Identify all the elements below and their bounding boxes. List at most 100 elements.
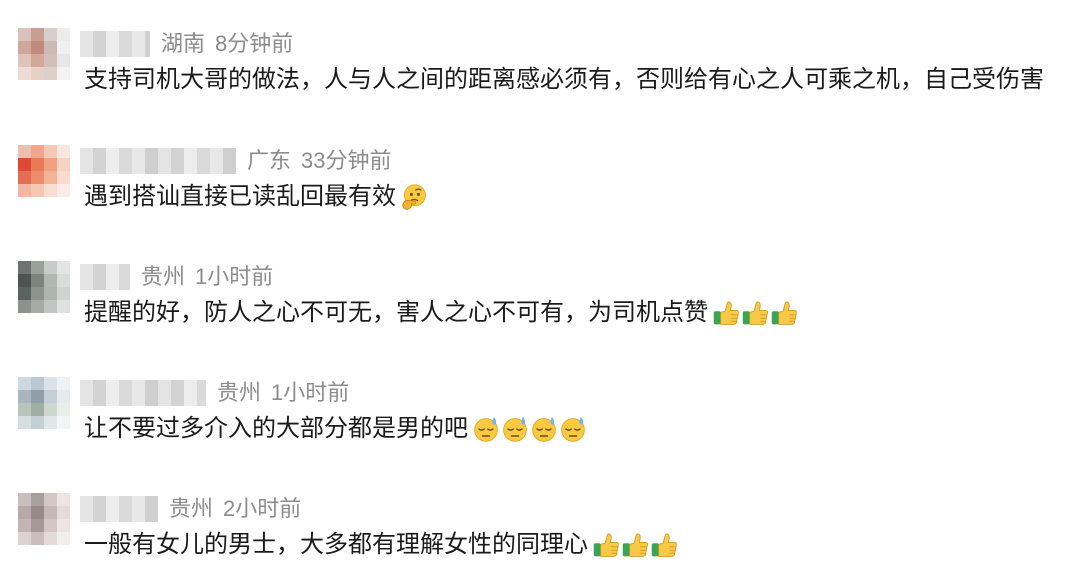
avatar-mosaic-cell	[44, 145, 57, 158]
avatar-mosaic-cell	[57, 390, 70, 403]
username-blurred[interactable]	[80, 31, 150, 57]
avatar-mosaic-cell	[57, 171, 70, 184]
comment-meta: 贵州 2小时前	[80, 495, 301, 523]
avatar-mosaic-cell	[31, 41, 44, 54]
avatar-mosaic-cell	[31, 287, 44, 300]
username-blurred[interactable]	[80, 148, 236, 174]
avatar-mosaic-cell	[44, 519, 57, 532]
comment-body: 遇到搭讪直接已读乱回最有效	[84, 183, 429, 211]
avatar-mosaic-cell	[31, 171, 44, 184]
avatar-mosaic-cell	[44, 403, 57, 416]
avatar-mosaic-cell	[18, 377, 31, 390]
username-blurred[interactable]	[80, 264, 130, 290]
avatar[interactable]	[18, 145, 70, 197]
comment-time: 8分钟前	[215, 31, 294, 56]
avatar-mosaic-cell	[57, 287, 70, 300]
avatar-mosaic-cell	[44, 300, 57, 313]
avatar-mosaic-cell	[57, 54, 70, 67]
comment-text: 提醒的好，防人之心不可无，害人之心不可有，为司机点赞	[84, 299, 708, 326]
avatar-mosaic-cell	[57, 416, 70, 429]
avatar-mosaic-cell	[31, 28, 44, 41]
thumbs-up-icon	[770, 299, 798, 327]
comment-emoji-list	[472, 415, 588, 443]
avatar-mosaic-cell	[18, 41, 31, 54]
avatar-mosaic-cell	[44, 41, 57, 54]
avatar-mosaic-cell	[57, 506, 70, 519]
avatar[interactable]	[18, 493, 70, 545]
avatar-mosaic-cell	[57, 184, 70, 197]
avatar-mosaic-cell	[44, 274, 57, 287]
avatar-mosaic-cell	[18, 287, 31, 300]
avatar-mosaic-cell	[57, 145, 70, 158]
avatar-mosaic-cell	[18, 493, 31, 506]
avatar-mosaic-cell	[31, 390, 44, 403]
comment-text: 遇到搭讪直接已读乱回最有效	[84, 183, 396, 210]
avatar[interactable]	[18, 377, 70, 429]
avatar-mosaic-cell	[31, 519, 44, 532]
avatar-mosaic-cell	[31, 532, 44, 545]
avatar-mosaic-cell	[31, 416, 44, 429]
avatar-mosaic-cell	[31, 261, 44, 274]
avatar-mosaic-cell	[57, 67, 70, 80]
comment-text: 让不要过多介入的大部分都是男的吧	[84, 415, 468, 442]
comment-body: 让不要过多介入的大部分都是男的吧	[84, 415, 588, 443]
comment-location: 湖南	[161, 31, 206, 56]
sweat-face-icon	[559, 415, 587, 443]
comment-time: 33分钟前	[301, 148, 392, 173]
avatar-mosaic-cell	[18, 158, 31, 171]
avatar-mosaic-cell	[57, 274, 70, 287]
avatar[interactable]	[18, 261, 70, 313]
comment-item: 广东 33分钟前 遇到搭讪直接已读乱回最有效	[0, 137, 1080, 233]
thumbs-up-icon	[741, 299, 769, 327]
comment-text: 支持司机大哥的做法，人与人之间的距离感必须有，否则给有心之人可乘之机，自己受伤害	[84, 66, 1044, 93]
avatar-mosaic-cell	[18, 184, 31, 197]
avatar-mosaic-cell	[18, 145, 31, 158]
comment-item: 贵州 1小时前 让不要过多介入的大部分都是男的吧	[0, 369, 1080, 465]
avatar-mosaic-cell	[31, 506, 44, 519]
avatar-mosaic-cell	[31, 54, 44, 67]
avatar-mosaic-cell	[18, 416, 31, 429]
sweat-face-icon	[530, 415, 558, 443]
avatar-mosaic-cell	[18, 274, 31, 287]
avatar-mosaic-cell	[44, 390, 57, 403]
avatar-mosaic-cell	[18, 519, 31, 532]
avatar-mosaic-cell	[31, 145, 44, 158]
avatar-mosaic-cell	[31, 300, 44, 313]
thumbs-up-icon	[621, 531, 649, 559]
comment-location: 贵州	[169, 496, 214, 521]
thumbs-up-icon	[712, 299, 740, 327]
avatar-mosaic-cell	[31, 493, 44, 506]
avatar-mosaic-cell	[31, 158, 44, 171]
avatar-mosaic-cell	[44, 377, 57, 390]
sweat-face-icon	[501, 415, 529, 443]
avatar-mosaic-cell	[44, 261, 57, 274]
avatar-mosaic-cell	[18, 403, 31, 416]
comment-item: 湖南 8分钟前 支持司机大哥的做法，人与人之间的距离感必须有，否则给有心之人可乘…	[0, 20, 1080, 116]
comment-meta: 广东 33分钟前	[80, 147, 392, 175]
comment-emoji-list	[400, 183, 429, 211]
avatar-mosaic-cell	[57, 493, 70, 506]
username-blurred[interactable]	[80, 380, 206, 406]
avatar-mosaic-cell	[31, 274, 44, 287]
comment-body: 一般有女儿的男士，大多都有理解女性的同理心	[84, 531, 679, 559]
comment-body: 支持司机大哥的做法，人与人之间的距离感必须有，否则给有心之人可乘之机，自己受伤害	[84, 66, 1048, 94]
comment-location: 贵州	[141, 264, 186, 289]
avatar-mosaic-cell	[18, 300, 31, 313]
comment-body: 提醒的好，防人之心不可无，害人之心不可有，为司机点赞	[84, 299, 799, 327]
avatar-mosaic-cell	[44, 493, 57, 506]
username-blurred[interactable]	[80, 496, 158, 522]
avatar-mosaic-cell	[57, 532, 70, 545]
avatar-mosaic-cell	[44, 287, 57, 300]
avatar-mosaic-cell	[44, 416, 57, 429]
thumbs-up-icon	[592, 531, 620, 559]
avatar[interactable]	[18, 28, 70, 80]
avatar-mosaic-cell	[44, 506, 57, 519]
avatar-mosaic-cell	[57, 403, 70, 416]
avatar-mosaic-cell	[44, 54, 57, 67]
comment-emoji-list	[712, 299, 799, 327]
avatar-mosaic-cell	[18, 54, 31, 67]
comment-item: 贵州 2小时前 一般有女儿的男士，大多都有理解女性的同理心	[0, 485, 1080, 581]
avatar-mosaic-cell	[44, 158, 57, 171]
comment-time: 2小时前	[223, 496, 302, 521]
avatar-mosaic-cell	[57, 377, 70, 390]
